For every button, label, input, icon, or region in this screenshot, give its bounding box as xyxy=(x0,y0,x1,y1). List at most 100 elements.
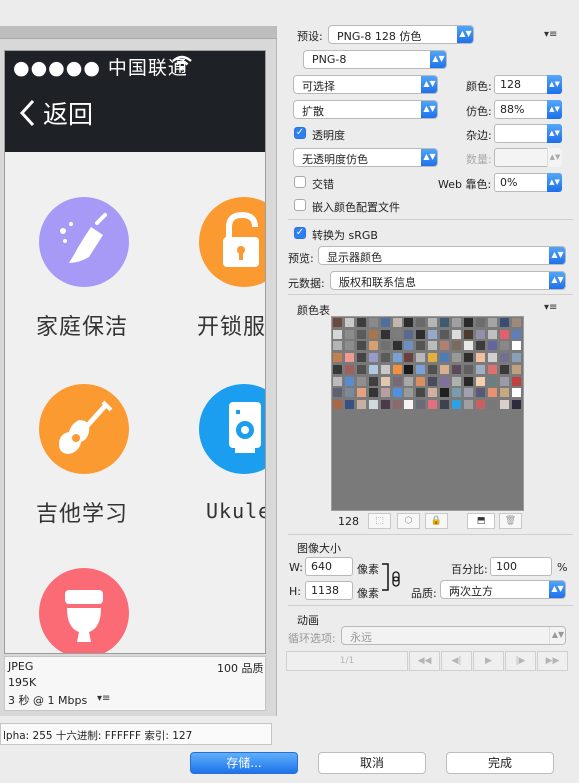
color-swatch[interactable] xyxy=(487,353,497,363)
color-table-menu-icon[interactable]: ▾≡ xyxy=(544,302,557,313)
color-swatch[interactable] xyxy=(440,353,450,363)
link-constrain-icon[interactable] xyxy=(380,562,404,594)
width-input[interactable]: 640 xyxy=(305,557,353,576)
color-swatch[interactable] xyxy=(392,318,402,327)
preview-image[interactable]: ●●●●● 中国联通 返回 家庭保洁 开锁服 吉他学习 Ukule xyxy=(4,50,266,654)
color-swatch[interactable] xyxy=(475,318,485,327)
color-swatch[interactable] xyxy=(511,318,521,327)
color-swatch[interactable] xyxy=(511,364,521,374)
color-swatch[interactable] xyxy=(440,364,450,374)
color-swatch[interactable] xyxy=(475,341,485,351)
color-swatch[interactable] xyxy=(463,318,473,327)
color-swatch[interactable] xyxy=(511,341,521,351)
color-swatch[interactable] xyxy=(392,364,402,374)
service-circle-toilet[interactable] xyxy=(39,568,129,653)
service-circle-cleaning[interactable] xyxy=(39,197,129,287)
color-swatch[interactable] xyxy=(452,318,461,327)
color-swatch[interactable] xyxy=(463,388,473,398)
color-swatch[interactable] xyxy=(333,399,342,409)
colors-input[interactable]: 128 ▲▼ xyxy=(494,75,562,94)
color-swatch[interactable] xyxy=(499,399,509,409)
first-frame-icon[interactable]: ◀◀ xyxy=(409,651,440,671)
color-swatch[interactable] xyxy=(392,388,402,398)
color-swatch[interactable] xyxy=(499,353,509,363)
color-swatch[interactable] xyxy=(404,341,414,351)
preset-menu-icon[interactable]: ▾≡ xyxy=(544,29,557,40)
color-swatch[interactable] xyxy=(487,376,497,386)
color-swatch[interactable] xyxy=(440,329,450,339)
color-swatch[interactable] xyxy=(404,376,414,386)
color-swatch[interactable] xyxy=(463,329,473,339)
color-swatch[interactable] xyxy=(428,353,438,363)
color-table-swatches[interactable] xyxy=(331,316,524,511)
color-swatch[interactable] xyxy=(404,388,414,398)
color-swatch[interactable] xyxy=(368,353,378,363)
color-swatch[interactable] xyxy=(404,399,414,409)
service-circle-unlock[interactable] xyxy=(199,197,265,287)
color-swatch[interactable] xyxy=(368,399,378,409)
color-swatch[interactable] xyxy=(452,388,461,398)
format-select[interactable]: PNG-8 ▲▼ xyxy=(303,50,447,69)
color-swatch[interactable] xyxy=(475,399,485,409)
color-swatch[interactable] xyxy=(344,388,354,398)
color-swatch[interactable] xyxy=(356,399,366,409)
color-swatch[interactable] xyxy=(487,318,497,327)
color-swatch[interactable] xyxy=(487,364,497,374)
color-reduction-select[interactable]: 可选择 ▲▼ xyxy=(293,75,438,94)
color-swatch[interactable] xyxy=(392,329,402,339)
color-swatch[interactable] xyxy=(333,329,342,339)
color-swatch[interactable] xyxy=(356,364,366,374)
color-swatch[interactable] xyxy=(333,376,342,386)
play-icon[interactable]: ▶ xyxy=(473,651,504,671)
preset-select[interactable]: PNG-8 128 仿色 ▲▼ xyxy=(328,25,474,44)
preview-select[interactable]: 显示器颜色 ▲▼ xyxy=(318,246,566,265)
color-swatch[interactable] xyxy=(440,388,450,398)
percent-input[interactable]: 100 xyxy=(490,557,552,576)
delete-color-button[interactable]: 🗑 xyxy=(499,513,522,529)
websnap-input[interactable]: 0% ▲▼ xyxy=(494,173,562,192)
color-swatch[interactable] xyxy=(416,353,426,363)
metadata-select[interactable]: 版权和联系信息 ▲▼ xyxy=(330,271,566,290)
color-swatch[interactable] xyxy=(487,329,497,339)
color-swatch[interactable] xyxy=(416,318,426,327)
convert-srgb-checkbox[interactable]: ✓ xyxy=(294,227,306,239)
new-color-button[interactable]: ⬒ xyxy=(467,513,495,529)
color-swatch[interactable] xyxy=(428,364,438,374)
map-transparent-button[interactable]: ⬚ xyxy=(368,513,391,529)
color-swatch[interactable] xyxy=(380,388,390,398)
color-swatch[interactable] xyxy=(344,399,354,409)
color-swatch[interactable] xyxy=(416,329,426,339)
dither-algorithm-select[interactable]: 扩散 ▲▼ xyxy=(293,100,438,119)
color-swatch[interactable] xyxy=(499,341,509,351)
color-swatch[interactable] xyxy=(452,364,461,374)
color-swatch[interactable] xyxy=(344,353,354,363)
color-swatch[interactable] xyxy=(463,399,473,409)
color-swatch[interactable] xyxy=(404,318,414,327)
color-swatch[interactable] xyxy=(356,318,366,327)
color-swatch[interactable] xyxy=(416,341,426,351)
color-swatch[interactable] xyxy=(475,364,485,374)
color-swatch[interactable] xyxy=(380,341,390,351)
color-swatch[interactable] xyxy=(499,364,509,374)
height-input[interactable]: 1138 xyxy=(305,581,353,600)
color-swatch[interactable] xyxy=(440,318,450,327)
color-swatch[interactable] xyxy=(428,376,438,386)
color-swatch[interactable] xyxy=(463,353,473,363)
color-swatch[interactable] xyxy=(452,341,461,351)
color-swatch[interactable] xyxy=(356,329,366,339)
color-swatch[interactable] xyxy=(368,341,378,351)
done-button[interactable]: 完成 xyxy=(446,752,554,774)
color-swatch[interactable] xyxy=(356,353,366,363)
color-swatch[interactable] xyxy=(392,399,402,409)
color-swatch[interactable] xyxy=(356,341,366,351)
color-swatch[interactable] xyxy=(428,318,438,327)
color-swatch[interactable] xyxy=(333,388,342,398)
color-swatch[interactable] xyxy=(368,364,378,374)
color-swatch[interactable] xyxy=(416,364,426,374)
color-swatch[interactable] xyxy=(452,329,461,339)
color-swatch[interactable] xyxy=(487,341,497,351)
lock-color-button[interactable]: 🔒 xyxy=(425,513,448,529)
dither-input[interactable]: 88% ▲▼ xyxy=(494,100,562,119)
color-swatch[interactable] xyxy=(356,388,366,398)
color-swatch[interactable] xyxy=(463,364,473,374)
